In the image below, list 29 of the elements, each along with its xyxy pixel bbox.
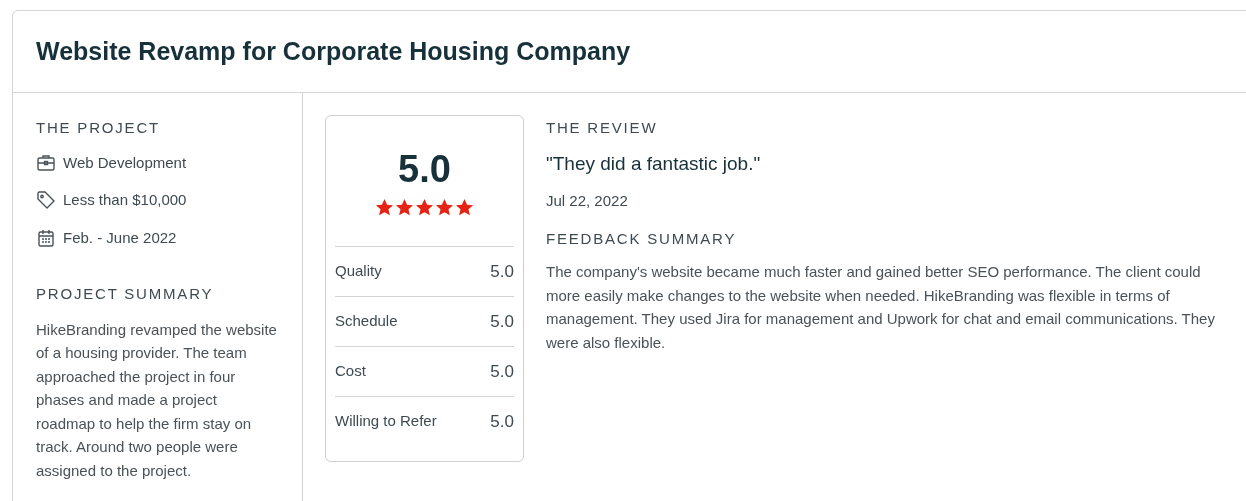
score-label: Quality: [335, 261, 382, 282]
briefcase-icon: [36, 152, 56, 173]
score-value: 5.0: [490, 310, 514, 333]
project-detail: Web Development: [63, 152, 187, 173]
score-value: 5.0: [490, 260, 514, 283]
review-date: Jul 22, 2022: [546, 191, 629, 211]
section-heading: THE PROJECT: [36, 118, 161, 138]
overall-rating: 5.0: [397, 147, 452, 192]
star-icon: [455, 198, 474, 217]
section-heading: FEEDBACK SUMMARY: [546, 228, 738, 249]
project-detail: Feb. - June 2022: [63, 227, 177, 248]
section-heading: PROJECT SUMMARY: [36, 284, 215, 304]
star-icon: [415, 198, 434, 217]
star-icon: [375, 198, 394, 217]
score-value: 5.0: [490, 360, 514, 383]
star-icon: [395, 198, 414, 217]
feedback-summary: The company's website became much faster and gained better SEO performance. The client could more easily make changes to the website when needed. HikeBranding was flexible in terms of management. They used Jira for management and Upwork for chat and email communications. They were also flexible.: [546, 262, 1216, 353]
score-label: Cost: [335, 361, 366, 382]
tag-icon: [36, 190, 56, 211]
project-title: Website Revamp for Corporate Housing Company: [36, 35, 631, 67]
score-value: 5.0: [490, 410, 514, 433]
project-summary: HikeBranding revamped the website of a housing provider. The team approached the project in four phases and made a project roadmap to help the firm stay on track. Around two people were assigned to the project.: [36, 319, 278, 481]
review-quote: "They did a fantastic job.": [546, 151, 762, 176]
score-label: Schedule: [335, 311, 398, 332]
calendar-icon: [36, 227, 56, 248]
star-icon: [435, 198, 454, 217]
section-heading: THE REVIEW: [546, 118, 659, 138]
project-detail: Less than $10,000: [63, 190, 187, 210]
score-label: Willing to Refer: [335, 411, 437, 432]
